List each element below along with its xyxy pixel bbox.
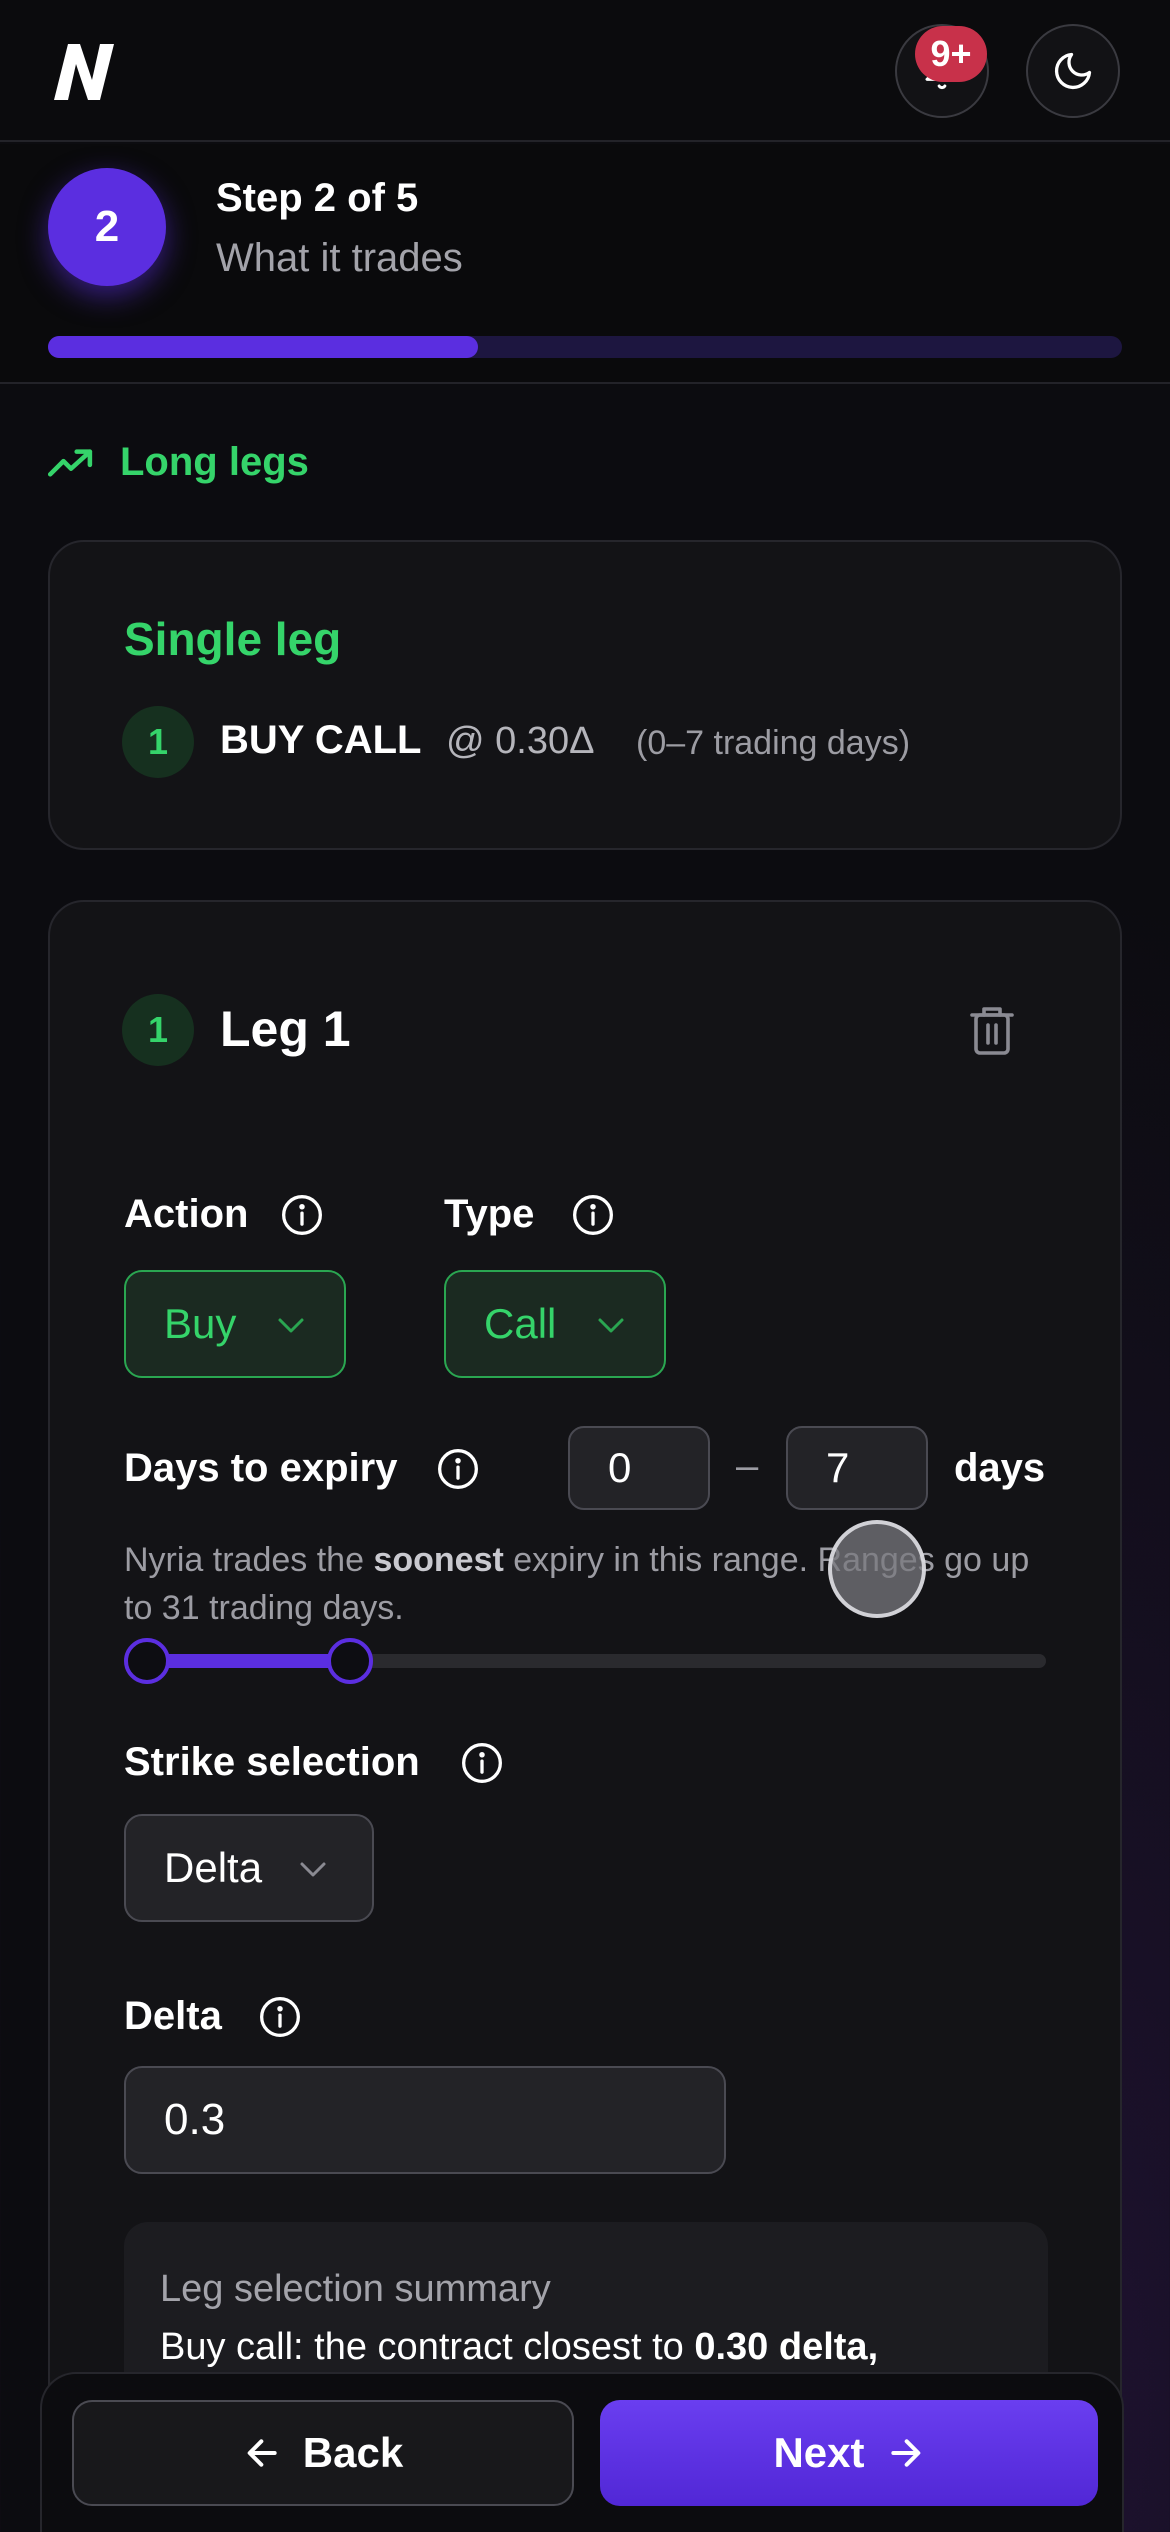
strategy-summary-card [48,540,1122,850]
info-icon[interactable] [280,1193,324,1237]
step-title: Step 2 of 5 [216,176,419,220]
slider-range-fill [147,1654,351,1668]
touch-indicator [828,1520,926,1618]
moon-icon [1054,52,1092,90]
days-to-expiry-label: Days to expiry [124,1446,398,1490]
chevron-down-icon [300,1862,326,1877]
strategy-title: Single leg [124,613,342,665]
delta-input[interactable]: 0.3 [124,2066,726,2174]
delta-label: Delta [124,1994,222,2038]
info-icon[interactable] [460,1741,504,1785]
leg-number-badge: 1 [122,706,194,778]
action-label: Action [124,1192,249,1236]
min-days-input[interactable]: 0 [568,1426,710,1510]
max-days-input[interactable]: 7 [786,1426,928,1510]
progress-fill [48,336,478,358]
range-separator: – [736,1444,759,1488]
leg-title: Leg 1 [220,1001,351,1057]
type-select-value: Call [484,1300,557,1347]
type-select[interactable]: Call [444,1270,666,1378]
slider-max-handle[interactable] [327,1638,374,1684]
step-subtitle: What it trades [216,236,463,280]
arrow-left-icon [247,2439,277,2467]
chevron-down-icon [278,1318,304,1333]
slider-min-handle[interactable] [124,1638,170,1684]
section-label: Long legs [120,440,309,484]
leg-delta-text: @ 0.30Δ [446,720,595,762]
action-select-value: Buy [164,1300,237,1347]
strike-selection-label: Strike selection [124,1740,420,1784]
summary-body: Buy call: the contract closest to 0.30 d… [160,2326,879,2368]
strike-selection-value: Delta [164,1844,263,1891]
notification-badge: 9+ [915,26,987,82]
trash-icon[interactable] [968,1004,1016,1058]
theme-toggle-button[interactable] [1026,24,1120,118]
info-icon[interactable] [436,1447,480,1491]
step-number-badge: 2 [48,168,166,286]
days-unit-label: days [954,1446,1046,1490]
summary-title: Leg selection summary [160,2268,551,2310]
strike-selection-select[interactable]: Delta [124,1814,374,1922]
action-select[interactable]: Buy [124,1270,346,1378]
leg-number-badge: 1 [122,994,194,1066]
info-icon[interactable] [571,1193,615,1237]
back-button[interactable]: Back [72,2400,574,2506]
next-button[interactable]: Next [600,2400,1098,2506]
type-label: Type [444,1192,535,1236]
chevron-down-icon [598,1318,624,1333]
arrow-right-icon [890,2439,920,2467]
back-label: Back [302,2429,404,2476]
nyria-logo[interactable] [48,36,120,106]
info-icon[interactable] [258,1995,302,2039]
next-label: Next [773,2429,865,2476]
trending-up-icon [48,449,93,477]
leg-action-text: BUY CALL [220,718,422,762]
app-header [0,0,1170,142]
leg-days-text: (0–7 trading days) [636,724,911,762]
